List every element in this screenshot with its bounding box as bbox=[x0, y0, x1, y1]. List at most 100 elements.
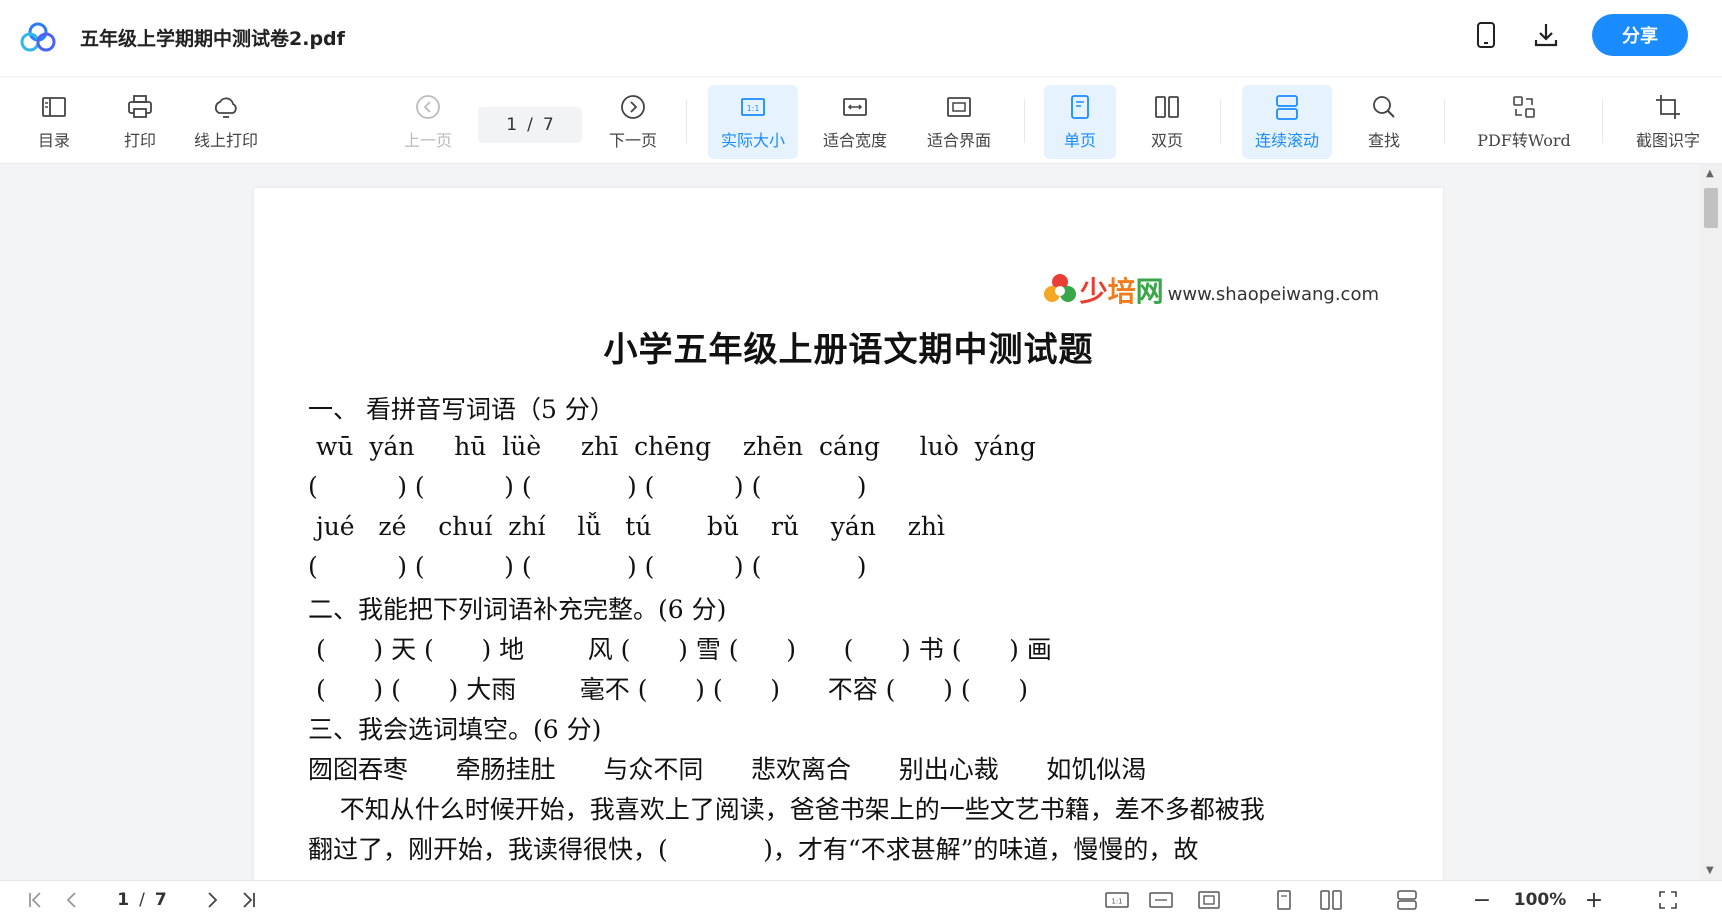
crop-icon bbox=[1656, 95, 1680, 119]
last-page-icon[interactable] bbox=[236, 889, 260, 911]
brand-name: 少培网 bbox=[1080, 270, 1164, 310]
continuous-scroll-small-icon[interactable] bbox=[1394, 889, 1420, 911]
status-page-indicator[interactable]: 1 / 7 bbox=[102, 889, 182, 911]
fit-page-small-icon[interactable] bbox=[1196, 889, 1222, 911]
svg-text:1:1: 1:1 bbox=[747, 104, 760, 113]
double-page-icon bbox=[1155, 96, 1179, 118]
actual-size-label: 实际大小 bbox=[720, 131, 785, 150]
single-page-label: 单页 bbox=[1063, 131, 1096, 150]
online-print-button[interactable]: 线上打印 bbox=[188, 85, 264, 159]
single-page-icon bbox=[1071, 95, 1089, 119]
pdf-to-word-button[interactable]: PDF转Word bbox=[1474, 85, 1574, 159]
vertical-scrollbar[interactable]: ▲ ▼ bbox=[1700, 164, 1722, 880]
page-indicator[interactable]: 1 / 7 bbox=[478, 107, 582, 143]
document-title: 五年级上学期期中测试卷2.pdf bbox=[80, 28, 345, 50]
toc-icon bbox=[42, 97, 66, 117]
svg-text:1:1: 1:1 bbox=[1111, 898, 1122, 906]
brand-char-1: 少 bbox=[1079, 275, 1108, 308]
convert-icon bbox=[1513, 96, 1535, 118]
zoom-in-icon[interactable]: + bbox=[1584, 888, 1604, 913]
fit-width-button[interactable]: 适合宽度 bbox=[814, 85, 896, 159]
ocr-button[interactable]: 截图识字 bbox=[1628, 85, 1708, 159]
scroll-thumb[interactable] bbox=[1704, 188, 1718, 228]
toolbar: 目录 打印 线上打印 上一页 1 / 7 下一页 1:1 实际大小 适合宽度 适… bbox=[0, 76, 1722, 164]
pdf-to-word-label: PDF转Word bbox=[1477, 131, 1571, 150]
brand-char-3: 网 bbox=[1135, 275, 1164, 308]
cloud-print-icon bbox=[214, 97, 237, 118]
mobile-view-icon[interactable] bbox=[1472, 21, 1500, 49]
zoom-level[interactable]: 100% bbox=[1508, 889, 1572, 911]
paragraph-line: 翻过了，刚开始，我读得很快，( )，才有“不求甚解”的味道，慢慢的，故 bbox=[308, 835, 1199, 864]
first-page-icon[interactable] bbox=[24, 889, 48, 911]
actual-size-button[interactable]: 1:1 实际大小 bbox=[708, 85, 798, 159]
answer-blanks-row: ( ) ( ) ( ) ( ) ( ) bbox=[308, 552, 867, 581]
next-page-button[interactable]: 下一页 bbox=[602, 85, 664, 159]
fit-width-label: 适合宽度 bbox=[822, 131, 887, 150]
ocr-label: 截图识字 bbox=[1635, 131, 1700, 150]
single-page-small-icon[interactable] bbox=[1272, 889, 1296, 911]
page-total: 7 bbox=[542, 115, 554, 135]
fit-page-label: 适合界面 bbox=[926, 131, 991, 150]
double-page-small-icon[interactable] bbox=[1318, 889, 1344, 911]
share-button[interactable]: 分享 bbox=[1592, 14, 1688, 56]
printer-icon bbox=[128, 95, 152, 118]
paragraph-line: 不知从什么时候开始，我喜欢上了阅读，爸爸书架上的一些文艺书籍，差不多都被我 bbox=[308, 795, 1265, 824]
status-bar: 1 / 7 1:1 − 100% + bbox=[0, 880, 1722, 917]
fit-width-small-icon[interactable] bbox=[1148, 889, 1174, 911]
toc-label: 目录 bbox=[37, 131, 70, 150]
status-page-separator: / bbox=[139, 890, 145, 910]
brand-logo-icon bbox=[1043, 274, 1076, 302]
toolbar-divider bbox=[1024, 99, 1025, 143]
double-page-button[interactable]: 双页 bbox=[1134, 85, 1200, 159]
prev-page-icon[interactable] bbox=[60, 889, 84, 911]
actual-size-icon: 1:1 bbox=[741, 98, 765, 116]
fit-width-icon bbox=[843, 98, 867, 116]
toc-button[interactable]: 目录 bbox=[28, 85, 80, 159]
continuous-scroll-icon bbox=[1276, 95, 1298, 120]
watermark-brand: 少培网 www.shaopeiwang.com bbox=[1042, 270, 1379, 310]
app-logo-icon bbox=[20, 22, 56, 52]
status-page-current: 1 bbox=[117, 890, 130, 910]
print-label: 打印 bbox=[123, 131, 156, 150]
document-viewer[interactable]: 少培网 www.shaopeiwang.com 小学五年级上册语文期中测试题 一… bbox=[0, 164, 1722, 880]
double-page-label: 双页 bbox=[1150, 131, 1183, 150]
brand-url: www.shaopeiwang.com bbox=[1167, 283, 1379, 305]
actual-size-small-icon[interactable]: 1:1 bbox=[1104, 889, 1130, 911]
fill-in-row: ( ) ( ) 大雨 毫不 ( ) ( ) 不容 ( ) ( ) bbox=[308, 675, 1029, 704]
online-print-label: 线上打印 bbox=[193, 131, 258, 150]
page-current: 1 bbox=[506, 115, 518, 135]
continuous-scroll-button[interactable]: 连续滚动 bbox=[1242, 85, 1332, 159]
scroll-down-arrow-icon[interactable]: ▼ bbox=[1706, 865, 1714, 876]
section-heading: 二、我能把下列词语补充完整。(6 分) bbox=[308, 595, 727, 624]
continuous-scroll-label: 连续滚动 bbox=[1254, 131, 1319, 150]
fullscreen-icon[interactable] bbox=[1656, 889, 1680, 911]
zoom-out-icon[interactable]: − bbox=[1472, 888, 1492, 913]
download-icon[interactable] bbox=[1532, 21, 1560, 49]
print-button[interactable]: 打印 bbox=[112, 85, 168, 159]
pdf-page: 少培网 www.shaopeiwang.com 小学五年级上册语文期中测试题 一… bbox=[254, 188, 1443, 880]
title-bar: 五年级上学期期中测试卷2.pdf 分享 bbox=[0, 0, 1722, 76]
chevron-right-circle-icon bbox=[621, 95, 645, 119]
next-page-label: 下一页 bbox=[608, 131, 657, 150]
page-separator: / bbox=[527, 115, 533, 135]
toolbar-divider bbox=[1602, 99, 1603, 143]
find-button[interactable]: 查找 bbox=[1356, 85, 1412, 159]
status-page-total: 7 bbox=[154, 890, 167, 910]
brand-char-2: 培 bbox=[1107, 275, 1136, 308]
chevron-left-circle-icon bbox=[416, 95, 440, 119]
word-choices-row: 囫囵吞枣 牵肠挂肚 与众不同 悲欢离合 别出心裁 如饥似渴 bbox=[308, 755, 1147, 784]
find-label: 查找 bbox=[1367, 131, 1400, 150]
pinyin-row: wū yán hū lüè zhī chēng zhēn cáng luò yá… bbox=[308, 432, 1036, 461]
answer-blanks-row: ( ) ( ) ( ) ( ) ( ) bbox=[308, 472, 867, 501]
fit-page-button[interactable]: 适合界面 bbox=[918, 85, 1000, 159]
scroll-up-arrow-icon[interactable]: ▲ bbox=[1706, 168, 1714, 179]
paper-title: 小学五年级上册语文期中测试题 bbox=[603, 330, 1094, 370]
toolbar-divider bbox=[1220, 99, 1221, 143]
prev-page-button[interactable]: 上一页 bbox=[398, 85, 458, 159]
pinyin-row: jué zé chuí zhí lǚ tú bǔ rǔ yán zhì bbox=[308, 512, 945, 541]
single-page-button[interactable]: 单页 bbox=[1044, 85, 1116, 159]
toolbar-divider bbox=[686, 99, 687, 143]
toolbar-divider bbox=[1444, 99, 1445, 143]
fit-page-icon bbox=[947, 97, 971, 117]
next-page-icon[interactable] bbox=[200, 889, 224, 911]
